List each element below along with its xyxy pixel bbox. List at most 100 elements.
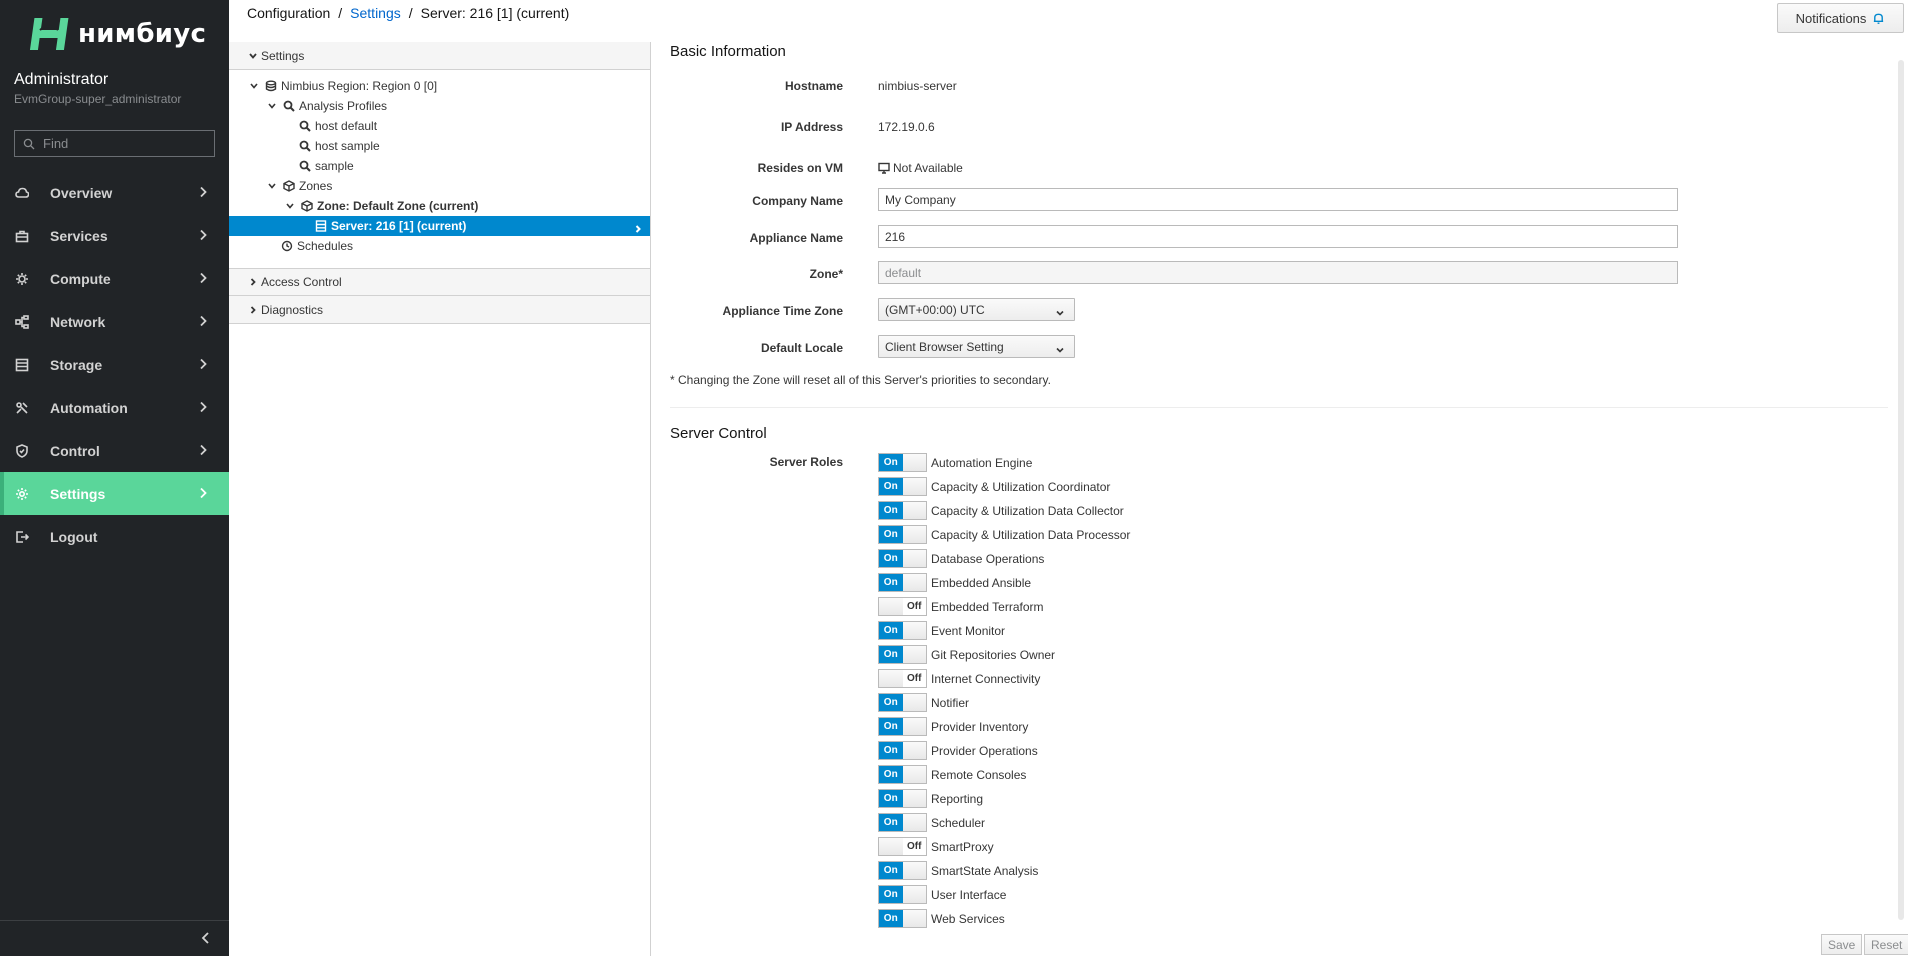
chevron-left-icon[interactable] — [200, 932, 212, 947]
nav-search-input[interactable] — [43, 136, 203, 151]
toggle-on-label: On — [879, 790, 903, 807]
toggle-on-label: On — [879, 478, 903, 495]
tree-node-label: Schedules — [297, 239, 354, 253]
tree-node-server-selected[interactable]: Server: 216 [1] (current) — [229, 216, 650, 236]
tree-node-region[interactable]: Nimbius Region: Region 0 [0] — [229, 76, 650, 96]
tree-node-host-default[interactable]: host default — [229, 116, 650, 136]
zone-label: Zone* — [809, 267, 843, 281]
server-role-toggle[interactable]: Off — [878, 837, 927, 856]
nav-item-settings[interactable]: Settings — [0, 472, 229, 515]
nav-item-logout[interactable]: Logout — [0, 515, 229, 558]
notifications-button[interactable]: Notifications — [1777, 3, 1904, 33]
tree-node-default-zone[interactable]: Zone: Default Zone (current) — [229, 196, 650, 216]
nav-collapse-bar — [0, 920, 229, 956]
nav-item-label: Compute — [50, 270, 111, 287]
chevron-down-icon[interactable] — [267, 181, 277, 191]
server-role-toggle[interactable]: Off — [878, 669, 927, 688]
chevron-down-icon[interactable] — [249, 81, 259, 91]
tree-node-host-sample[interactable]: host sample — [229, 136, 650, 156]
toggle-handle — [902, 718, 926, 735]
tree-node-analysis-profiles[interactable]: Analysis Profiles — [229, 96, 650, 116]
main-scrollbar[interactable] — [1898, 60, 1904, 920]
nav-item-services[interactable]: Services — [0, 214, 229, 257]
time-zone-select[interactable]: (GMT+00:00) UTC — [878, 298, 1075, 321]
server-role-toggle[interactable]: On — [878, 621, 927, 640]
toggle-handle — [902, 574, 926, 591]
server-role-toggle[interactable]: On — [878, 813, 927, 832]
server-role-toggle[interactable]: On — [878, 789, 927, 808]
accordion-settings[interactable]: Settings — [229, 42, 650, 70]
briefcase-icon — [14, 228, 30, 244]
server-role-row: On Automation Engine — [878, 453, 1032, 472]
accordion-access-control[interactable]: Access Control — [229, 268, 650, 296]
toggle-handle — [902, 790, 926, 807]
server-role-toggle[interactable]: On — [878, 741, 927, 760]
toggle-handle — [902, 742, 926, 759]
user-name[interactable]: Administrator — [14, 71, 108, 89]
server-role-toggle[interactable]: On — [878, 549, 927, 568]
save-button[interactable]: Save — [1821, 934, 1863, 955]
default-locale-select[interactable]: Client Browser Setting — [878, 335, 1075, 358]
server-role-toggle[interactable]: On — [878, 573, 927, 592]
brand-name: нимбиус — [78, 19, 207, 49]
chevron-right-icon — [634, 222, 642, 236]
toggle-handle — [902, 886, 926, 903]
company-name-input[interactable] — [878, 188, 1678, 211]
server-roles-label: Server Roles — [769, 455, 843, 469]
chevron-down-icon[interactable] — [285, 201, 295, 211]
server-role-toggle[interactable]: On — [878, 453, 927, 472]
nav-item-overview[interactable]: Overview — [0, 171, 229, 214]
hostname-label: Hostname — [784, 79, 843, 93]
server-role-name: Web Services — [931, 911, 1005, 926]
brand-logo[interactable]: нимбиус — [26, 14, 206, 54]
nav-search[interactable] — [14, 130, 215, 157]
server-role-toggle[interactable]: On — [878, 525, 927, 544]
server-role-toggle[interactable]: On — [878, 645, 927, 664]
nav-item-label: Settings — [50, 485, 106, 502]
server-role-toggle[interactable]: On — [878, 693, 927, 712]
server-role-toggle[interactable]: On — [878, 477, 927, 496]
server-role-row: On Event Monitor — [878, 621, 1005, 640]
tree-node-sample[interactable]: sample — [229, 156, 650, 176]
nav-item-storage[interactable]: Storage — [0, 343, 229, 386]
tree-node-label: Analysis Profiles — [299, 99, 388, 113]
toggle-handle — [902, 646, 926, 663]
server-role-row: On Provider Operations — [878, 741, 1038, 760]
chevron-down-icon[interactable] — [267, 101, 277, 111]
default-locale-label: Default Locale — [760, 341, 843, 355]
reset-button[interactable]: Reset — [1864, 934, 1908, 955]
chevron-right-icon — [197, 271, 211, 285]
server-role-toggle[interactable]: On — [878, 501, 927, 520]
server-role-name: Embedded Terraform — [931, 599, 1044, 614]
ip-address-label: IP Address — [780, 120, 843, 134]
nav-item-automation[interactable]: Automation — [0, 386, 229, 429]
server-control-title: Server Control — [670, 425, 767, 442]
toggle-handle — [902, 766, 926, 783]
server-role-toggle[interactable]: On — [878, 765, 927, 784]
tree-node-label: Zones — [299, 179, 333, 193]
server-role-row: Off SmartProxy — [878, 837, 994, 856]
toggle-handle — [902, 694, 926, 711]
time-zone-label: Appliance Time Zone — [722, 304, 843, 318]
tree-node-label: host sample — [315, 139, 380, 153]
server-role-name: Database Operations — [931, 551, 1045, 566]
tree-node-schedules[interactable]: Schedules — [229, 236, 650, 256]
toggle-handle — [902, 526, 926, 543]
nav-item-network[interactable]: Network — [0, 300, 229, 343]
appliance-name-input[interactable] — [878, 225, 1678, 248]
server-role-toggle[interactable]: On — [878, 909, 927, 928]
toggle-on-label: On — [879, 694, 903, 711]
server-role-toggle[interactable]: On — [878, 717, 927, 736]
server-role-toggle[interactable]: On — [878, 861, 927, 880]
nav-item-compute[interactable]: Compute — [0, 257, 229, 300]
breadcrumb: Configuration / Settings / Server: 216 [… — [247, 5, 569, 21]
server-role-toggle[interactable]: On — [878, 885, 927, 904]
user-group[interactable]: EvmGroup-super_administrator — [14, 92, 181, 106]
tree-node-zones[interactable]: Zones — [229, 176, 650, 196]
breadcrumb-settings-link[interactable]: Settings — [350, 5, 401, 21]
nav-item-control[interactable]: Control — [0, 429, 229, 472]
accordion-diagnostics[interactable]: Diagnostics — [229, 296, 650, 324]
nav-item-label: Storage — [50, 356, 103, 373]
server-role-toggle[interactable]: Off — [878, 597, 927, 616]
server-role-name: Provider Inventory — [931, 719, 1029, 734]
